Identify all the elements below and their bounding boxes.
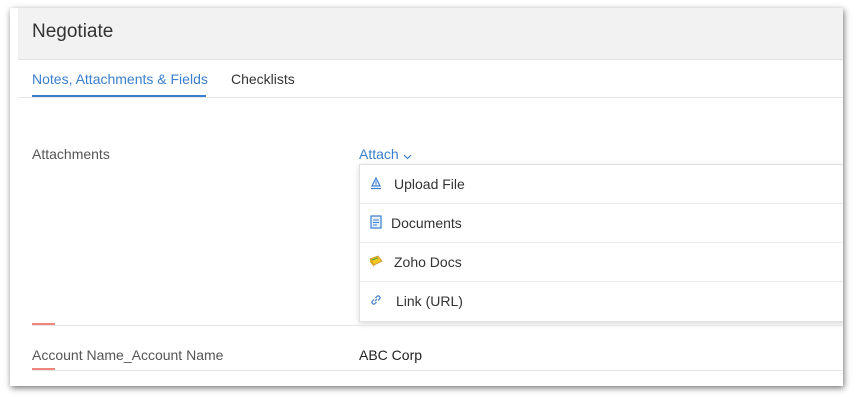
menu-item-label: Link (URL) [396,293,463,309]
document-icon [369,215,383,229]
active-tab-indicator [32,95,206,97]
menu-item-documents[interactable]: Documents [360,204,843,243]
menu-item-label: Documents [391,215,462,231]
panel: Negotiate Notes, Attachments & Fields Ch… [10,8,843,386]
account-name-label: Account Name_Account Name [32,347,224,363]
attach-label: Attach [359,146,399,162]
link-icon [369,293,383,307]
divider [32,325,843,326]
menu-item-label: Zoho Docs [394,254,462,270]
attach-dropdown-button[interactable]: Attach [359,146,412,163]
menu-item-link-url[interactable]: Link (URL) [360,282,843,320]
tab-notes-attachments-fields[interactable]: Notes, Attachments & Fields [32,71,208,87]
tab-checklists[interactable]: Checklists [231,71,295,87]
tab-bar: Notes, Attachments & Fields Checklists [18,60,843,98]
menu-item-upload-file[interactable]: Upload File [360,165,843,204]
page-title: Negotiate [32,21,114,42]
account-name-value: ABC Corp [359,347,423,363]
menu-item-zoho-docs[interactable]: Zoho Docs [360,243,843,282]
divider [32,370,843,371]
attachments-label: Attachments [32,146,110,162]
zoho-docs-icon [369,254,383,268]
attach-menu: Upload File Documents Zoho Docs Link (UR… [359,164,843,322]
stage-header: Negotiate [18,8,843,60]
upload-icon [369,176,383,190]
chevron-down-icon [403,147,412,163]
menu-item-label: Upload File [394,176,465,192]
